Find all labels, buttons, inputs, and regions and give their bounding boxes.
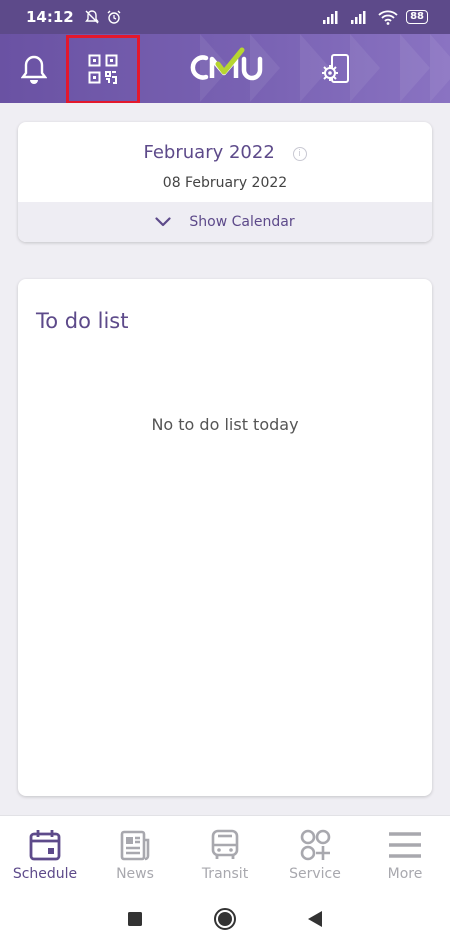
home-circle-icon[interactable]: [213, 907, 237, 931]
nav-transit-label: Transit: [201, 866, 249, 882]
todo-title: To do list: [36, 309, 129, 333]
show-calendar-button[interactable]: Show Calendar: [18, 202, 432, 242]
notifications-button[interactable]: [0, 34, 68, 103]
device-settings-button[interactable]: [308, 34, 364, 103]
nav-transit[interactable]: Transit: [180, 816, 270, 888]
info-icon[interactable]: i: [292, 147, 307, 161]
signal-icon: [323, 11, 338, 24]
nav-more[interactable]: More: [360, 816, 450, 888]
alarm-icon: [107, 10, 121, 24]
show-calendar-label: Show Calendar: [189, 214, 295, 230]
calendar-icon: [29, 830, 61, 861]
nav-news[interactable]: News: [90, 816, 180, 888]
back-triangle-icon[interactable]: [307, 910, 323, 928]
wifi-icon: [378, 10, 398, 25]
month-label: February 2022: [143, 142, 275, 163]
nav-schedule[interactable]: Schedule: [0, 816, 90, 888]
settings-device-icon: [322, 53, 349, 83]
chevron-down-icon: [155, 217, 172, 227]
status-bar: 14:12 88: [0, 0, 450, 34]
todo-card: To do list No to do list today: [18, 279, 432, 796]
cmu-logo: [180, 34, 270, 103]
menu-icon: [389, 832, 421, 858]
notifications-off-icon: [84, 10, 99, 24]
selected-date: 08 February 2022: [162, 175, 288, 191]
system-nav-bar: [0, 888, 450, 950]
nav-schedule-label: Schedule: [12, 866, 78, 882]
highlight-box: [66, 35, 140, 103]
bell-icon: [21, 55, 47, 84]
battery-level: 88: [406, 10, 428, 24]
date-card: February 2022 i 08 February 2022 Show Ca…: [18, 122, 432, 242]
newspaper-icon: [120, 830, 150, 861]
status-time: 14:12: [26, 8, 74, 26]
nav-news-label: News: [116, 866, 154, 882]
bus-icon: [211, 829, 239, 859]
recents-square-icon[interactable]: [127, 911, 143, 927]
nav-service-label: Service: [289, 866, 341, 882]
service-grid-icon: [300, 829, 331, 861]
todo-empty-message: No to do list today: [151, 415, 299, 434]
bottom-nav: Schedule News Transit Service More: [0, 815, 450, 888]
signal-icon: [351, 11, 366, 24]
nav-more-label: More: [387, 866, 423, 882]
app-header: [0, 34, 450, 103]
nav-service[interactable]: Service: [270, 816, 360, 888]
cmu-logo-mark: [190, 47, 263, 81]
